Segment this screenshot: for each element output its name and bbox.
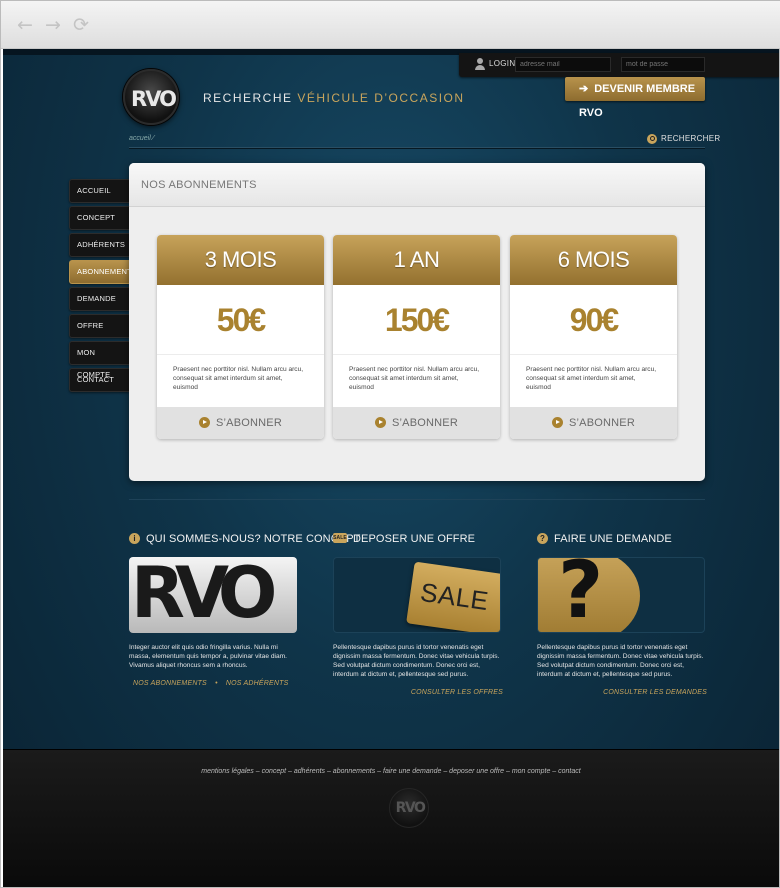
reload-icon[interactable]: ⟳	[71, 15, 91, 35]
plan-duration: 1 AN	[333, 235, 500, 285]
subscribe-button[interactable]: S’ABONNER	[333, 407, 500, 439]
offer-image[interactable]: SALE	[333, 557, 501, 633]
site-tagline: RECHERCHE VÉHICULE D’OCCASION	[203, 91, 465, 105]
logo-text: RVO	[131, 87, 177, 111]
sidebar-item-concept[interactable]: CONCEPT	[69, 206, 129, 230]
become-member-button[interactable]: ➔ DEVENIR MEMBRE RVO	[565, 77, 705, 119]
offer-title: DEPOSER UNE OFFRE	[353, 533, 476, 545]
arrow-right-icon: ➔	[579, 83, 589, 95]
link-separator: •	[215, 680, 218, 687]
request-title: FAIRE UNE DEMANDE	[554, 533, 672, 545]
concept-links: NOS ABONNEMENTS • NOS ADHÉRENTS	[129, 680, 299, 687]
login-bar: LOGIN	[459, 53, 779, 77]
play-icon	[552, 416, 563, 428]
concept-section: i QUI SOMMES-NOUS? NOTRE CONCEPT RVO Inte…	[129, 531, 360, 687]
sale-sign: SALE	[406, 561, 500, 632]
sale-tag-icon: SALE	[333, 533, 347, 544]
sidebar-item-accueil[interactable]: ACCUEIL	[69, 179, 129, 203]
website: LOGIN RVO RECHERCHE VÉHICULE D’OCCASION …	[3, 49, 779, 887]
email-field[interactable]	[515, 57, 611, 72]
footer: mentions légales – concept – adhérents –…	[3, 749, 779, 887]
request-image[interactable]: ?	[537, 557, 705, 633]
plan-description: Praesent nec porttitor nisl. Nullam arcu…	[173, 366, 304, 391]
concept-image-text: RVO	[131, 557, 277, 633]
section-title: ? FAIRE UNE DEMANDE	[537, 531, 707, 547]
section-title: SALE DEPOSER UNE OFFRE	[333, 531, 503, 547]
become-member-label: DEVENIR MEMBRE RVO	[579, 83, 696, 119]
subscribe-label: S’ABONNER	[569, 417, 635, 429]
tagline-gold: VÉHICULE D’OCCASION	[297, 91, 465, 105]
plan-card: 6 MOIS 90€ Praesent nec porttitor nisl. …	[510, 235, 677, 439]
forward-arrow-icon[interactable]: →	[43, 15, 63, 35]
sale-sign-text: SALE	[418, 576, 491, 617]
section-divider	[129, 499, 705, 500]
breadcrumb[interactable]: accueil ⁄	[129, 135, 154, 142]
plan-description: Praesent nec porttitor nisl. Nullam arcu…	[526, 366, 657, 391]
back-arrow-icon[interactable]: ←	[15, 15, 35, 35]
search-label: RECHERCHER	[661, 134, 721, 144]
concept-title: QUI SOMMES-NOUS? NOTRE CONCEPT	[146, 533, 361, 545]
concept-image[interactable]: RVO	[129, 557, 297, 633]
footer-logo[interactable]: RVO	[389, 788, 429, 828]
plan-price: 50€	[157, 285, 324, 355]
question-mark-text: ?	[558, 557, 604, 633]
plan-card: 3 MOIS 50€ Praesent nec porttitor nisl. …	[157, 235, 324, 439]
sidebar-item-contact[interactable]: CONTACT	[69, 368, 129, 392]
link-adherents[interactable]: NOS ADHÉRENTS	[226, 680, 289, 687]
plan-price: 90€	[510, 285, 677, 355]
plan-duration: 3 MOIS	[157, 235, 324, 285]
plan-description: Praesent nec porttitor nisl. Nullam arcu…	[349, 366, 480, 391]
request-text: Pellentesque dapibus purus id tortor ven…	[537, 644, 704, 678]
browser-toolbar: ← → ⟳	[1, 1, 780, 49]
info-icon: i	[129, 532, 140, 544]
offer-text: Pellentesque dapibus purus id tortor ven…	[333, 644, 500, 678]
sidebar-item-mon-compte[interactable]: MON COMPTE	[69, 341, 129, 379]
footer-links[interactable]: mentions légales – concept – adhérents –…	[3, 768, 779, 775]
panel-header: NOS ABONNEMENTS	[129, 163, 705, 207]
section-title: i QUI SOMMES-NOUS? NOTRE CONCEPT	[129, 531, 360, 547]
subscriptions-panel: NOS ABONNEMENTS 3 MOIS 50€ Praesent nec …	[129, 163, 705, 481]
subscribe-label: S’ABONNER	[392, 417, 458, 429]
search-button[interactable]: RECHERCHER	[647, 134, 720, 144]
panel-title: NOS ABONNEMENTS	[141, 179, 257, 191]
search-icon	[647, 134, 657, 144]
plan-price: 150€	[333, 285, 500, 355]
link-consulter-offres[interactable]: CONSULTER LES OFFRES	[333, 689, 503, 696]
browser-window: ← → ⟳ LOGIN RVO RECHERCHE VÉHICULE D’OCC…	[0, 0, 780, 888]
subscribe-button[interactable]: S’ABONNER	[157, 407, 324, 439]
sidebar-item-abonnements[interactable]: ABONNEMENTS	[69, 260, 137, 284]
tagline-plain: RECHERCHE	[203, 91, 298, 105]
link-abonnements[interactable]: NOS ABONNEMENTS	[133, 680, 207, 687]
user-icon	[475, 58, 485, 70]
plan-duration: 6 MOIS	[510, 235, 677, 285]
question-circle: ?	[538, 557, 640, 633]
header-divider	[129, 147, 705, 148]
link-consulter-demandes[interactable]: CONSULTER LES DEMANDES	[537, 689, 707, 696]
concept-text: Integer auctor elit quis odio fringilla …	[129, 644, 287, 669]
request-section: ? FAIRE UNE DEMANDE ? Pellentesque dapibu…	[537, 531, 707, 696]
footer-logo-text: RVO	[395, 800, 426, 816]
offer-section: SALE DEPOSER UNE OFFRE SALE Pellentesque …	[333, 531, 503, 696]
subscribe-label: S’ABONNER	[216, 417, 282, 429]
site-logo[interactable]: RVO	[123, 69, 179, 125]
sidebar-item-demande[interactable]: DEMANDE	[69, 287, 129, 311]
password-field[interactable]	[621, 57, 705, 72]
sidebar-nav: ACCUEIL CONCEPT ADHÉRENTS ABONNEMENTS DE…	[69, 179, 137, 395]
plan-card: 1 AN 150€ Praesent nec porttitor nisl. N…	[333, 235, 500, 439]
subscribe-button[interactable]: S’ABONNER	[510, 407, 677, 439]
sidebar-item-offre[interactable]: OFFRE	[69, 314, 129, 338]
login-label: LOGIN	[489, 59, 516, 68]
play-icon	[375, 416, 386, 428]
question-icon: ?	[537, 532, 548, 544]
sidebar-item-adherents[interactable]: ADHÉRENTS	[69, 233, 129, 257]
play-icon	[199, 416, 210, 428]
